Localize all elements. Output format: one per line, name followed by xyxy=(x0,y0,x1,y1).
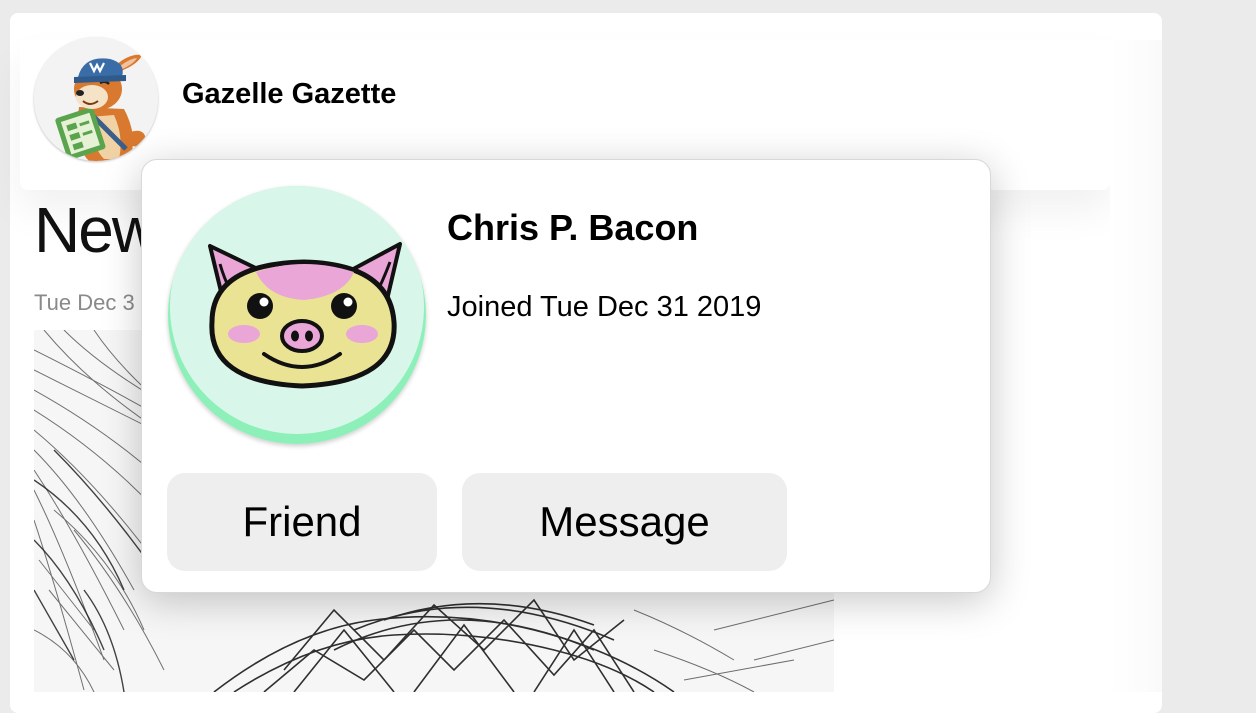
friend-button[interactable]: Friend xyxy=(167,473,437,571)
post-date: Tue Dec 3 xyxy=(34,290,135,315)
page-name[interactable]: Gazelle Gazette xyxy=(182,78,396,111)
user-name[interactable]: Chris P. Bacon xyxy=(447,207,698,249)
gazelle-mascot-icon xyxy=(34,37,158,161)
pig-face-icon xyxy=(168,186,426,444)
page-avatar[interactable] xyxy=(34,37,158,161)
joined-date: Joined Tue Dec 31 2019 xyxy=(447,291,762,323)
post-title: New xyxy=(34,194,158,266)
profile-popup: Chris P. Bacon Joined Tue Dec 31 2019 Fr… xyxy=(141,159,991,593)
card-edge xyxy=(1110,40,1162,692)
user-avatar[interactable] xyxy=(168,186,426,444)
message-button[interactable]: Message xyxy=(462,473,787,571)
